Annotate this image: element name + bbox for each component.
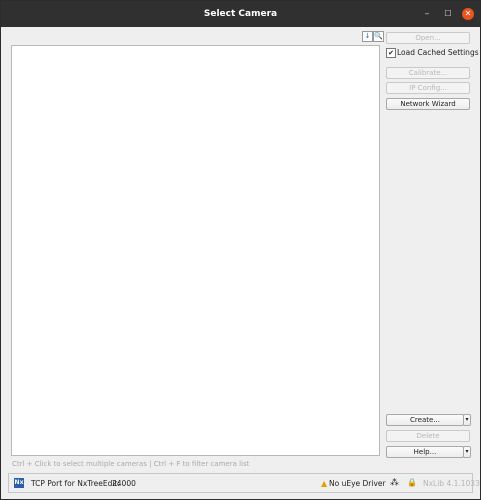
window-title: Select Camera: [203, 9, 278, 19]
hint-text: Ctrl + Click to select multiple cameras …: [12, 460, 250, 468]
lock-icon[interactable]: 🔒: [407, 478, 417, 488]
sort-icon[interactable]: ↓: [362, 31, 373, 42]
checkbox-check-icon[interactable]: ✔: [386, 48, 396, 58]
delete-button[interactable]: Delete: [386, 430, 470, 442]
warning-icon: ▲: [321, 479, 328, 488]
help-dropdown-icon[interactable]: ▾: [463, 446, 471, 458]
titlebar: Select Camera – ☐ ✕: [1, 1, 480, 27]
select-camera-window: Select Camera – ☐ ✕ ↓ 🔍 Open... ✔ Load C…: [0, 0, 481, 500]
load-cached-settings-label: Load Cached Settings: [397, 48, 479, 57]
tcp-port-label: TCP Port for NxTreeEdit:: [31, 479, 120, 488]
tcp-port-value: 24000: [112, 479, 136, 488]
version-text: NxLib 4.1.1033: [423, 479, 480, 488]
nxlib-logo-icon: Nx: [14, 478, 24, 488]
ip-config-button[interactable]: IP Config...: [386, 82, 470, 94]
status-bar: Nx TCP Port for NxTreeEdit: 24000 ▲ No u…: [8, 473, 480, 493]
calibrate-button[interactable]: Calibrate...: [386, 67, 470, 79]
maximize-button[interactable]: ☐: [442, 8, 454, 20]
help-button[interactable]: Help...: [386, 446, 464, 458]
create-button[interactable]: Create...: [386, 414, 464, 426]
search-icon[interactable]: 🔍: [373, 31, 384, 42]
close-button[interactable]: ✕: [462, 8, 474, 20]
open-button[interactable]: Open...: [386, 32, 470, 44]
network-wizard-button[interactable]: Network Wizard: [386, 98, 470, 110]
minimize-button[interactable]: –: [421, 8, 433, 20]
create-dropdown-icon[interactable]: ▾: [463, 414, 471, 426]
driver-warning-text: No uEye Driver: [329, 479, 386, 488]
camera-list[interactable]: [11, 45, 380, 456]
network-icon[interactable]: ⁂: [390, 478, 399, 488]
